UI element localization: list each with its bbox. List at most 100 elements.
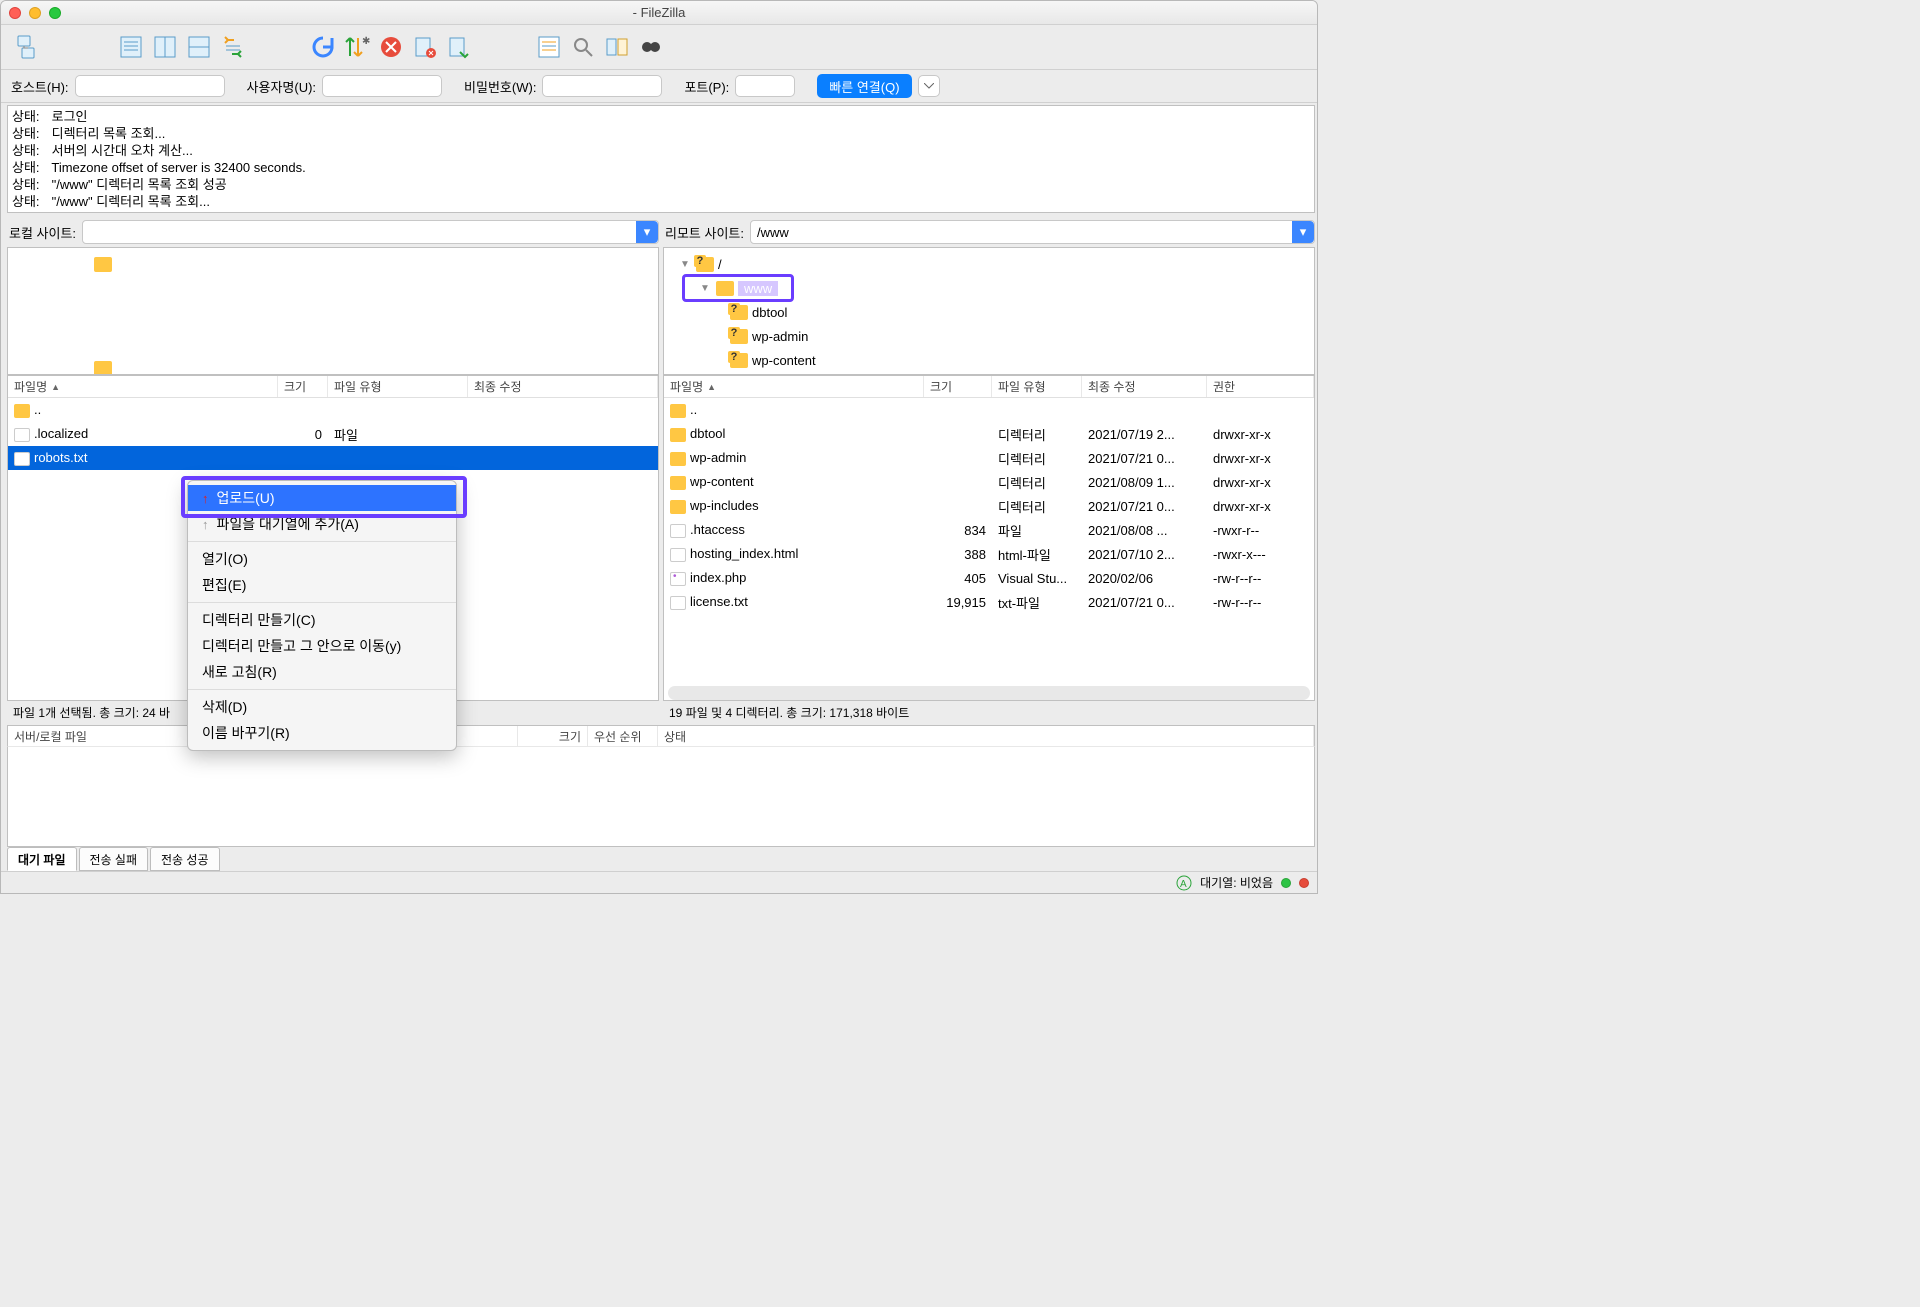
file-row[interactable]: robots.txt — [8, 446, 658, 470]
ctx-mkdir-enter[interactable]: 디렉터리 만들고 그 안으로 이동(y) — [188, 633, 456, 659]
folder-icon — [730, 329, 748, 344]
compare-button[interactable] — [601, 31, 633, 63]
queue-col-size[interactable]: 크기 — [518, 726, 588, 746]
activity-led-1 — [1281, 878, 1291, 888]
remote-site-input[interactable] — [751, 225, 1292, 240]
queue-col-prio[interactable]: 우선 순위 — [588, 726, 658, 746]
col-size[interactable]: 크기 — [278, 376, 328, 397]
file-row[interactable]: wp-includes디렉터리2021/07/21 0...drwxr-xr-x — [664, 494, 1314, 518]
file-row[interactable]: .. — [8, 398, 658, 422]
port-input[interactable] — [735, 75, 795, 97]
tree-node[interactable]: wp-admin — [670, 324, 1308, 348]
local-site-input[interactable] — [83, 225, 636, 240]
log-line: 상태: 서버의 시간대 오차 계산... — [12, 142, 1310, 159]
ctx-open[interactable]: 열기(O) — [188, 546, 456, 572]
tree-node[interactable]: dbtool — [670, 300, 1308, 324]
chevron-down-icon[interactable]: ▾ — [636, 221, 658, 243]
folder-icon — [670, 452, 686, 466]
activity-led-2 — [1299, 878, 1309, 888]
log-panel[interactable]: 상태: 로그인상태: 디렉터리 목록 조회...상태: 서버의 시간대 오차 계… — [7, 105, 1315, 213]
tab-failed[interactable]: 전송 실패 — [79, 847, 149, 871]
toggle-remote-tree-button[interactable] — [183, 31, 215, 63]
update-icon[interactable]: A — [1176, 875, 1192, 891]
log-line: 상태: 로그인 — [12, 108, 1310, 125]
search-files-button[interactable] — [635, 31, 667, 63]
local-site-combo[interactable]: ▾ — [82, 220, 659, 244]
tree-node[interactable]: wp-content — [670, 348, 1308, 372]
file-row[interactable]: license.txt19,915txt-파일2021/07/21 0...-r… — [664, 590, 1314, 614]
tree-root[interactable]: / — [718, 257, 722, 272]
ctx-add-queue[interactable]: ↑파일을 대기열에 추가(A) — [188, 511, 456, 537]
log-line: 상태: "/www" 디렉터리 목록 조회... — [12, 193, 1310, 210]
remote-pane: 리모트 사이트: ▾ ▼/ ▼www dbtoolwp-adminwp-cont… — [663, 217, 1315, 723]
tab-queue[interactable]: 대기 파일 — [7, 847, 77, 871]
site-manager-button[interactable] — [9, 27, 57, 67]
process-queue-button[interactable]: ✱ — [341, 31, 373, 63]
folder-icon — [94, 361, 112, 376]
ctx-edit[interactable]: 편집(E) — [188, 572, 456, 598]
chevron-down-icon[interactable]: ▾ — [1292, 221, 1314, 243]
user-input[interactable] — [322, 75, 442, 97]
file-row[interactable]: index.php405Visual Stu...2020/02/06-rw-r… — [664, 566, 1314, 590]
col-size[interactable]: 크기 — [924, 376, 992, 397]
quick-connect-dropdown[interactable] — [918, 75, 940, 97]
folder-icon — [14, 404, 30, 418]
toggle-queue-button[interactable] — [217, 31, 249, 63]
scrollbar[interactable] — [668, 686, 1310, 700]
search-button[interactable] — [567, 31, 599, 63]
col-type[interactable]: 파일 유형 — [328, 376, 468, 397]
ctx-upload[interactable]: ↑업로드(U) — [188, 485, 456, 511]
close-window-button[interactable] — [9, 7, 21, 19]
port-label: 포트(P): — [684, 77, 729, 96]
remote-site-combo[interactable]: ▾ — [750, 220, 1315, 244]
pass-label: 비밀번호(W): — [464, 77, 536, 96]
ctx-delete[interactable]: 삭제(D) — [188, 694, 456, 720]
col-name[interactable]: 파일명▲ — [8, 376, 278, 397]
cancel-button[interactable] — [375, 31, 407, 63]
remote-tree[interactable]: ▼ / ▼ www dbtoolwp-adminwp-content — [663, 247, 1315, 375]
queue-body[interactable] — [7, 747, 1315, 847]
col-mod[interactable]: 최종 수정 — [468, 376, 658, 397]
user-label: 사용자명(U): — [247, 77, 317, 96]
folder-icon — [730, 353, 748, 368]
separator — [188, 602, 456, 603]
file-row[interactable]: wp-content디렉터리2021/08/09 1...drwxr-xr-x — [664, 470, 1314, 494]
toggle-local-tree-button[interactable] — [149, 31, 181, 63]
remote-filelist[interactable]: 파일명▲ 크기 파일 유형 최종 수정 권한 ..dbtool디렉터리2021/… — [663, 375, 1315, 701]
reconnect-button[interactable] — [443, 31, 475, 63]
file-row[interactable]: .localized0파일 — [8, 422, 658, 446]
tree-twisty[interactable]: ▼ — [700, 283, 712, 294]
col-mod[interactable]: 최종 수정 — [1082, 376, 1207, 397]
disconnect-button[interactable] — [409, 31, 441, 63]
log-line: 상태: "/www" 디렉터리 목록 조회 성공 — [12, 176, 1310, 193]
folder-icon — [696, 257, 714, 272]
file-row[interactable]: wp-admin디렉터리2021/07/21 0...drwxr-xr-x — [664, 446, 1314, 470]
col-type[interactable]: 파일 유형 — [992, 376, 1082, 397]
toolbar: ✱ — [1, 25, 1317, 69]
col-name[interactable]: 파일명▲ — [664, 376, 924, 397]
file-row[interactable]: .htaccess834파일2021/08/08 ...-rwxr-r-- — [664, 518, 1314, 542]
toggle-log-button[interactable] — [115, 31, 147, 63]
local-tree[interactable] — [7, 247, 659, 375]
filter-button[interactable] — [533, 31, 565, 63]
col-perm[interactable]: 권한 — [1207, 376, 1314, 397]
file-row[interactable]: hosting_index.html388html-파일2021/07/10 2… — [664, 542, 1314, 566]
ctx-rename[interactable]: 이름 바꾸기(R) — [188, 720, 456, 746]
file-row[interactable]: dbtool디렉터리2021/07/19 2...drwxr-xr-x — [664, 422, 1314, 446]
file-icon — [670, 548, 686, 562]
maximize-window-button[interactable] — [49, 7, 61, 19]
pass-input[interactable] — [542, 75, 662, 97]
ctx-refresh[interactable]: 새로 고침(R) — [188, 659, 456, 685]
minimize-window-button[interactable] — [29, 7, 41, 19]
log-line: 상태: "/www" 디렉터리 목록 조회 성공 — [12, 210, 1310, 213]
ctx-mkdir[interactable]: 디렉터리 만들기(C) — [188, 607, 456, 633]
file-row[interactable]: .. — [664, 398, 1314, 422]
quick-connect-button[interactable]: 빠른 연결(Q) — [817, 74, 911, 98]
folder-icon — [670, 428, 686, 442]
tree-www[interactable]: www — [738, 281, 778, 296]
tree-twisty[interactable]: ▼ — [680, 259, 692, 270]
queue-col-status[interactable]: 상태 — [658, 726, 1314, 746]
tab-success[interactable]: 전송 성공 — [150, 847, 220, 871]
refresh-button[interactable] — [307, 31, 339, 63]
host-input[interactable] — [75, 75, 225, 97]
